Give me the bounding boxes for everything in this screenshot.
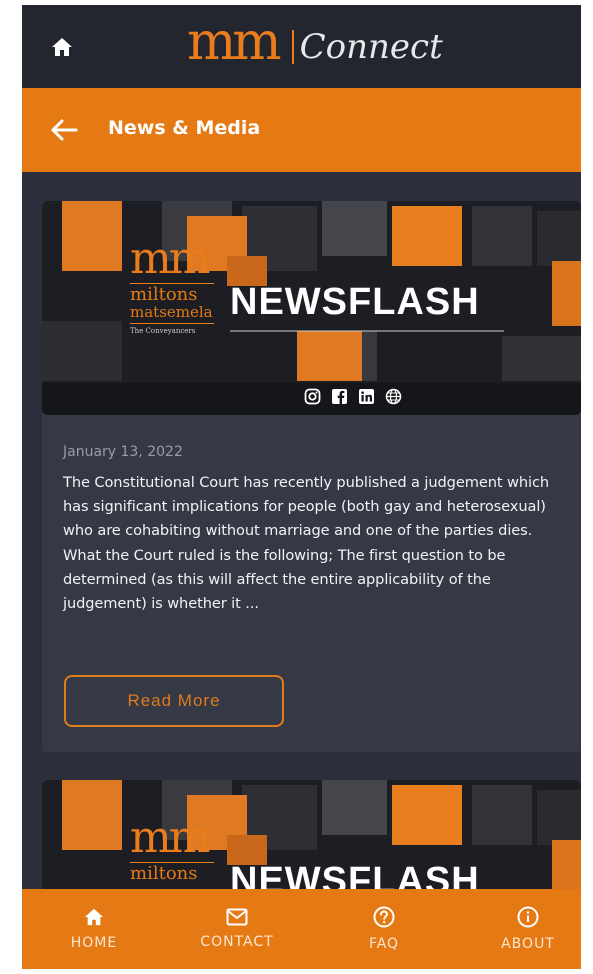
bottom-navigation: HOME CONTACT FAQ ABOUT (22, 889, 581, 969)
linkedin-icon (359, 389, 374, 404)
home-icon (84, 908, 104, 926)
nav-home[interactable]: HOME (44, 889, 144, 969)
home-icon[interactable] (50, 35, 74, 59)
page-title: News & Media (108, 117, 261, 139)
logo-mark: mm (187, 12, 282, 72)
info-icon (517, 906, 539, 928)
nav-faq-label: FAQ (368, 936, 400, 952)
globe-icon (385, 388, 402, 405)
banner-brand-mark: mm (130, 233, 210, 284)
instagram-icon (304, 388, 321, 405)
banner-brand: mm miltons (130, 816, 220, 883)
banner-brand-line1: miltons (130, 863, 198, 884)
app-logo: mm Connect (187, 12, 443, 77)
facebook-icon (332, 389, 347, 404)
banner-brand-line1: miltons (130, 284, 198, 305)
app-screen: mm Connect News & Media mm miltons matse… (22, 5, 581, 969)
section-header: News & Media (22, 88, 581, 172)
help-icon (373, 906, 395, 928)
back-arrow-icon[interactable] (50, 119, 78, 141)
article-excerpt: The Constitutional Court has recently pu… (63, 474, 550, 613)
nav-contact[interactable]: CONTACT (182, 889, 292, 969)
banner-brand: mm miltons matsemela The Conveyancers (130, 237, 220, 335)
mail-icon (226, 908, 248, 926)
banner-headline: NEWSFLASH (230, 281, 480, 323)
nav-faq[interactable]: FAQ (334, 889, 434, 969)
news-banner-image[interactable]: mm miltons matsemela The Conveyancers NE… (42, 201, 581, 415)
banner-brand-tagline: The Conveyancers (130, 327, 196, 335)
read-more-button[interactable]: Read More (64, 675, 284, 727)
banner-brand-mark: mm (130, 812, 210, 863)
article-date: January 13, 2022 (63, 444, 183, 460)
nav-about-label: ABOUT (501, 936, 555, 952)
banner-brand-line2: matsemela (130, 303, 213, 321)
top-header: mm Connect (22, 5, 581, 88)
brand-rule-2 (130, 323, 214, 324)
news-card: mm miltons matsemela The Conveyancers NE… (42, 201, 581, 752)
nav-home-label: HOME (70, 935, 118, 951)
nav-about[interactable]: ABOUT (478, 889, 578, 969)
nav-contact-label: CONTACT (200, 934, 274, 950)
logo-text: Connect (299, 27, 443, 67)
logo-divider (291, 30, 294, 64)
banner-social-icons (304, 388, 402, 405)
